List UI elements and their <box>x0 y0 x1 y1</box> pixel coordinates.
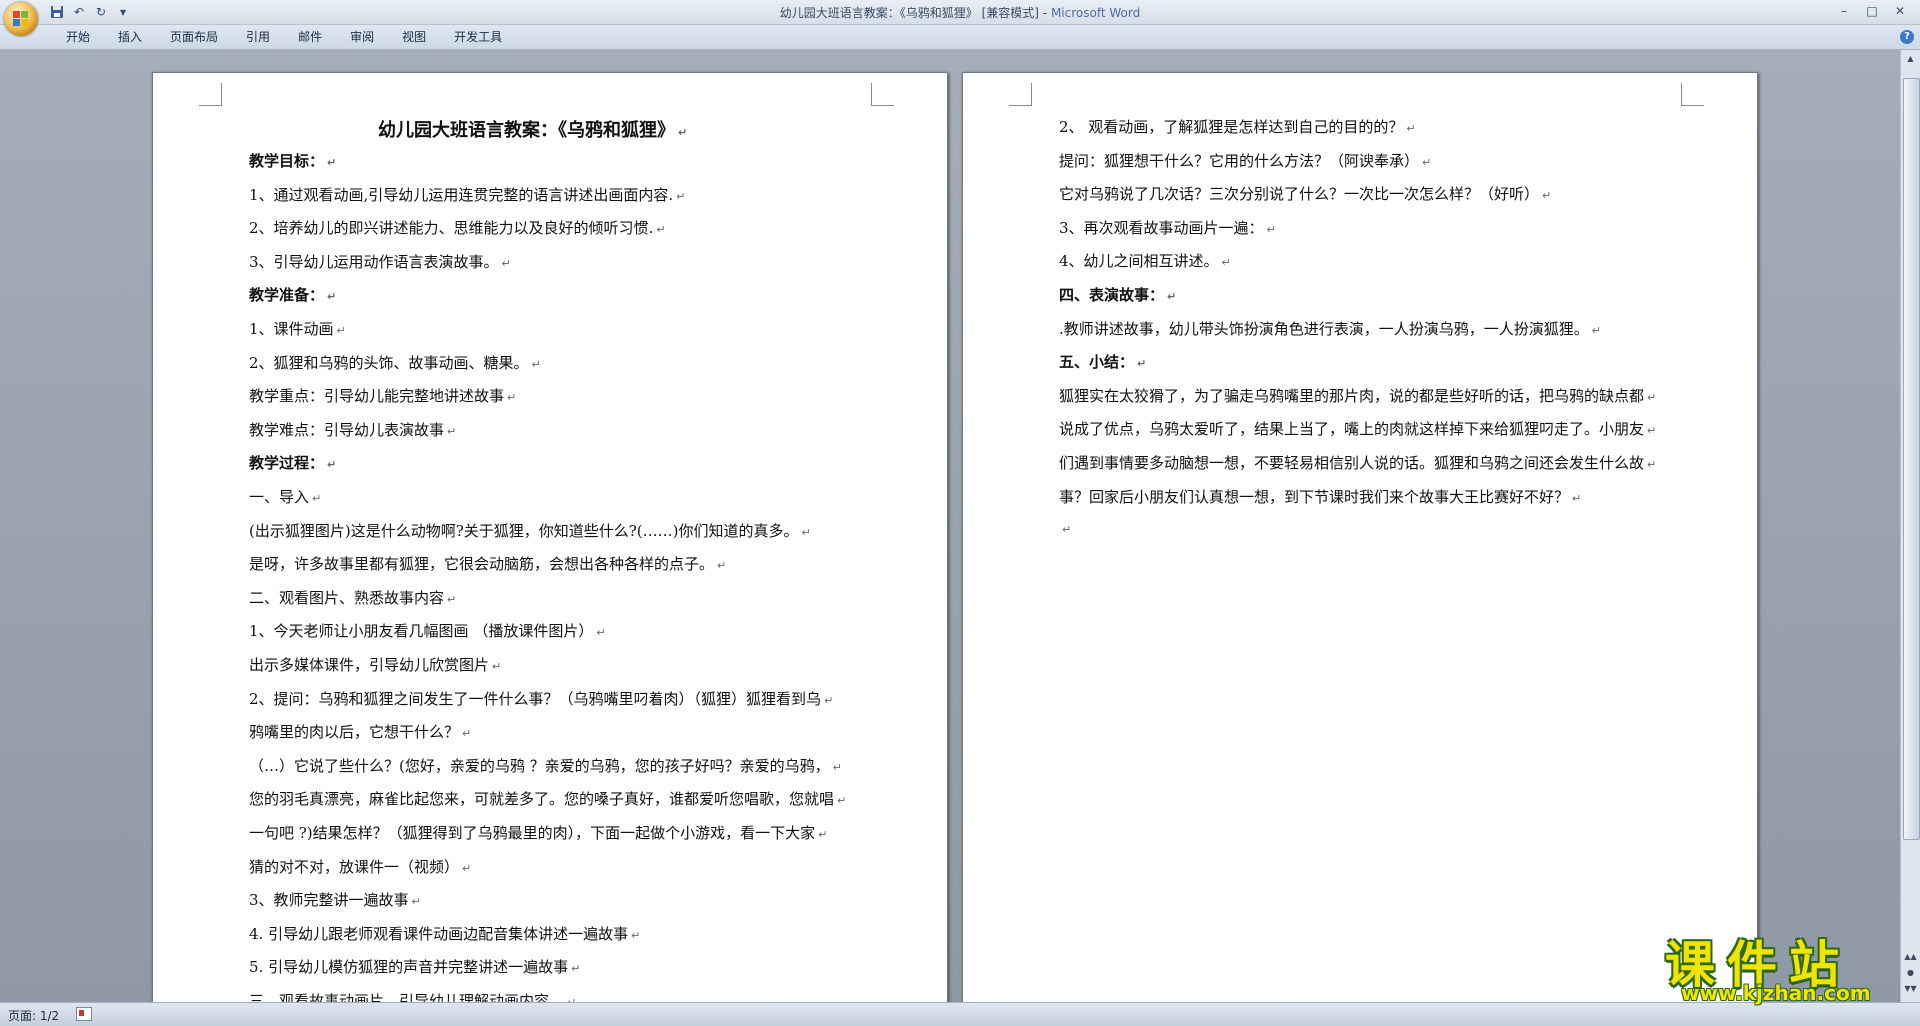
scroll-thumb[interactable] <box>1903 78 1920 840</box>
proofing-icon[interactable] <box>76 1007 92 1021</box>
ribbon-tabs: 开始 插入 页面布局 引用 邮件 审阅 视图 开发工具 <box>52 30 516 44</box>
margin-corner-mark <box>199 83 222 106</box>
page-1-line: （…）它说了些什么？(您好，亲爱的乌鸦 ？亲爱的乌鸦，您的孩子好吗？亲爱的乌鸦，… <box>249 756 842 775</box>
page-2-line: .教师讲述故事，幼儿带头饰扮演角色进行表演，一人扮演乌鸦，一人扮演狐狸。 ↵ <box>1059 319 1601 338</box>
page-1-line: 一、导入 ↵ <box>249 488 322 506</box>
document-page-2[interactable]: 2、 观看动画，了解狐狸是怎样达到自己的目的的？ ↵ 提问：狐狸想干什么？它用的什… <box>962 72 1758 1002</box>
page-1-line: 2、培养幼儿的即兴讲述能力、思维能力以及良好的倾听习惯. ↵ <box>249 219 666 238</box>
tab-7[interactable]: 开发工具 <box>440 30 516 44</box>
document-workspace: 幼儿园大班语言教案：《乌鸦和狐狸》 ↵ 教学目标： ↵ 1、通过观看动画,引导幼儿运用… <box>0 50 1900 1002</box>
document-page-1[interactable]: 幼儿园大班语言教案：《乌鸦和狐狸》 ↵ 教学目标： ↵ 1、通过观看动画,引导幼儿运用… <box>152 72 948 1002</box>
page-count-status[interactable]: 页面: 1/2 <box>8 1007 59 1024</box>
window-title-app: Microsoft Word <box>1050 6 1141 20</box>
page-1-line: 教学重点：引导幼儿能完整地讲述故事 ↵ <box>249 387 517 406</box>
page-1-line: 是呀，许多故事里都有狐狸，它很会动脑筋，会想出各种各样的点子。 ↵ <box>249 555 727 574</box>
page-2-line: 们遇到事情要多动脑想一想，不要轻易相信别人说的话。狐狸和乌鸦之间还会发生什么故 ↵ <box>1059 454 1657 472</box>
tab-4[interactable]: 邮件 <box>284 30 336 44</box>
page-2-line: 五、小结： ↵ <box>1059 353 1147 372</box>
page-2-line: 四、表演故事： ↵ <box>1059 286 1177 304</box>
page-1-line: 二、观看图片、熟悉故事内容 ↵ <box>249 588 457 607</box>
watermark-logo: 课件站 www.kjzhan.com <box>1665 925 1915 1005</box>
window-controls: – □ ✕ <box>1830 2 1914 20</box>
scroll-up-icon[interactable]: ▲ <box>1903 52 1918 66</box>
ribbon-tab-bar: 开始 插入 页面布局 引用 邮件 审阅 视图 开发工具 ? <box>0 25 1920 50</box>
page-1-line: 4. 引导幼儿跟老师观看课件动画边配音集体讲述一遍故事 ↵ <box>249 924 641 943</box>
window-title: 幼儿园大班语言教案：《乌鸦和狐狸》 [兼容模式] - Microsoft Wor… <box>779 6 1141 20</box>
page-1-line: 1、今天老师让小朋友看几幅图画 （播放课件图片） ↵ <box>249 622 606 641</box>
office-button[interactable] <box>4 2 38 36</box>
page-1-line: 三、观看故事动画片、引导幼儿理解动画内容。↵ <box>249 992 576 1002</box>
page-1-line: 教学准备： ↵ <box>249 286 337 305</box>
page-1-line: 2、狐狸和乌鸦的头饰、故事动画、糖果。 ↵ <box>249 353 541 372</box>
margin-corner-mark <box>871 83 894 106</box>
page-2-line: ↵ <box>1062 523 1072 537</box>
page-title: 幼儿园大班语言教案：《乌鸦和狐狸》 ↵ <box>378 120 688 141</box>
minimize-button[interactable]: – <box>1830 2 1858 20</box>
help-icon[interactable]: ? <box>1900 30 1914 44</box>
tab-1[interactable]: 插入 <box>104 30 156 44</box>
vertical-scrollbar[interactable]: ▲ ▲▲ ● ▼▼ <box>1900 50 1920 1002</box>
page-1-line: 教学目标： ↵ <box>249 152 337 170</box>
margin-corner-mark <box>1681 83 1704 106</box>
watermark-url: www.kjzhan.com <box>1681 981 1871 1005</box>
page-1-line: 1、通过观看动画,引导幼儿运用连贯完整的语言讲述出画面内容. ↵ <box>249 185 686 204</box>
tab-3[interactable]: 引用 <box>232 30 284 44</box>
tab-2[interactable]: 页面布局 <box>156 30 232 44</box>
page-1-line: 出示多媒体课件，引导幼儿欣赏图片 ↵ <box>249 656 502 674</box>
page-2-line: 提问：狐狸想干什么？它用的什么方法？（阿谀奉承） ↵ <box>1059 151 1432 170</box>
margin-corner-mark <box>1009 83 1032 106</box>
page-1-line: 教学过程： ↵ <box>249 454 337 473</box>
tab-5[interactable]: 审阅 <box>336 30 388 44</box>
page-2-line: 说成了优点，乌鸦太爱听了，结果上当了，嘴上的肉就这样掉下来给狐狸叼走了。小朋友 ↵ <box>1059 420 1657 439</box>
page-1-line: 一句吧 ?)结果怎样？（狐狸得到了乌鸦最里的肉），下面一起做个小游戏，看一下大家… <box>249 824 828 842</box>
page-1-line: 猜的对不对，放课件一（视频） ↵ <box>249 857 472 876</box>
page-2-line: 它对乌鸦说了几次话？三次分别说了什么？一次比一次怎么样？（好听） ↵ <box>1059 185 1552 204</box>
page-2-line: 事？回家后小朋友们认真想一想，到下节课时我们来个故事大王比赛好不好？ ↵ <box>1059 487 1582 506</box>
tab-0[interactable]: 开始 <box>52 30 104 44</box>
page-1-line: 3、教师完整讲一遍故事 ↵ <box>249 891 421 910</box>
page-1-line: 1、课件动画 ↵ <box>249 320 346 338</box>
status-bar: 页面: 1/2 <box>0 1002 1920 1026</box>
page-1-line: 鸦嘴里的肉以后，它想干什么？ ↵ <box>249 723 472 742</box>
page-1-line: 3、引导幼儿运用动作语言表演故事。 ↵ <box>249 252 511 271</box>
page-2-line: 4、幼儿之间相互讲述。 ↵ <box>1059 252 1231 271</box>
window-title-doc: 幼儿园大班语言教案：《乌鸦和狐狸》 [兼容模式] <box>779 6 1039 20</box>
page-1-line: 5. 引导幼儿模仿狐狸的声音并完整讲述一遍故事 ↵ <box>249 958 581 977</box>
page-2-line: 狐狸实在太狡猾了，为了骗走乌鸦嘴里的那片肉，说的都是些好听的话，把乌鸦的缺点都 ↵ <box>1059 386 1657 405</box>
page-1-line: 2、提问：乌鸦和狐狸之间发生了一件什么事？（乌鸦嘴里叼着肉）（狐狸）狐狸看到乌 ↵ <box>249 689 834 708</box>
page-1-line: (出示狐狸图片)这是什么动物啊?关于狐狸，你知道些什么?(……)你们知道的真多。… <box>249 521 811 540</box>
close-button[interactable]: ✕ <box>1886 2 1914 20</box>
page-1-line: 您的羽毛真漂亮，麻雀比起您来，可就差多了。您的嗓子真好，谁都爱听您唱歌，您就唱 ↵ <box>249 790 847 809</box>
maximize-button[interactable]: □ <box>1858 2 1886 20</box>
tab-6[interactable]: 视图 <box>388 30 440 44</box>
page-2-line: 2、 观看动画，了解狐狸是怎样达到自己的目的的？ ↵ <box>1059 118 1416 136</box>
page-2-line: 3、再次观看故事动画片一遍： ↵ <box>1059 218 1276 237</box>
office-logo-icon <box>13 11 29 27</box>
title-bar: ↶ ↻ ▾ 幼儿园大班语言教案：《乌鸦和狐狸》 [兼容模式] - Microso… <box>0 0 1920 25</box>
page-1-line: 教学难点：引导幼儿表演故事 ↵ <box>249 420 457 439</box>
